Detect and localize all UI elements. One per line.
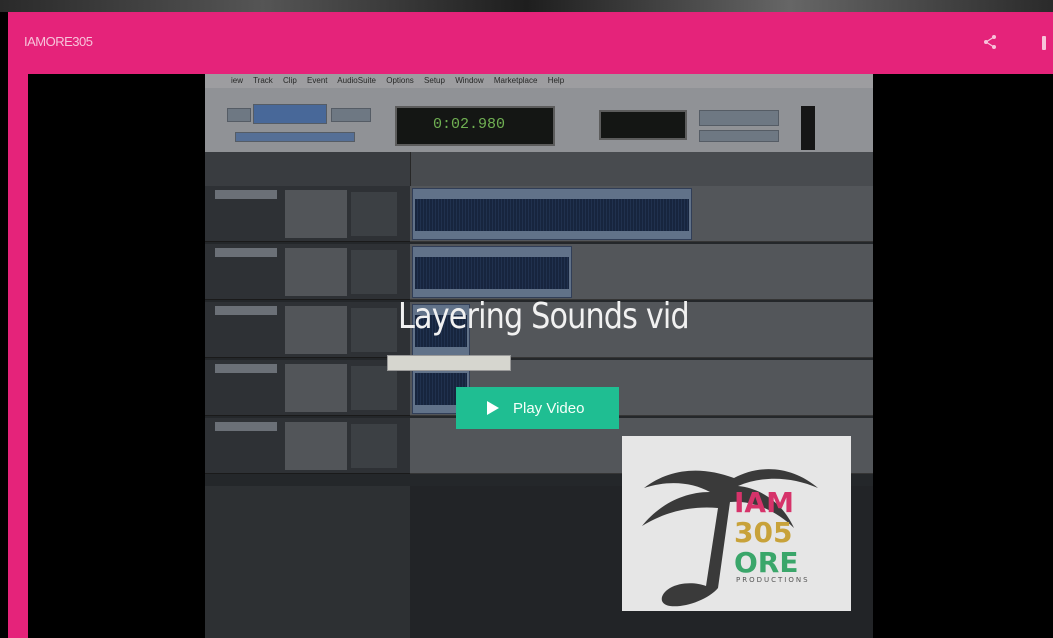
play-icon	[487, 401, 499, 415]
video-title: Layering Sounds vid	[398, 296, 690, 337]
svg-text:305: 305	[734, 516, 792, 549]
more-vertical-icon[interactable]	[1042, 36, 1046, 50]
left-border	[8, 74, 28, 638]
video-embed: IAMORE305 iew Track Clip Event AudioSuit…	[0, 0, 1053, 638]
daw-tooltip	[387, 355, 511, 371]
play-video-button[interactable]: Play Video	[456, 387, 619, 429]
share-icon[interactable]	[982, 34, 998, 50]
svg-text:PRODUCTIONS: PRODUCTIONS	[736, 576, 810, 584]
svg-text:ORE: ORE	[734, 546, 799, 579]
header-bar	[8, 12, 1053, 74]
play-button-label: Play Video	[513, 399, 585, 417]
channel-name[interactable]: IAMORE305	[24, 34, 93, 49]
top-strip	[0, 0, 1053, 12]
palm-tree-logo-icon: IAM 305 ORE PRODUCTIONS	[642, 469, 818, 607]
iamore-logo: IAM 305 ORE PRODUCTIONS	[622, 436, 851, 611]
svg-text:IAM: IAM	[734, 486, 794, 519]
